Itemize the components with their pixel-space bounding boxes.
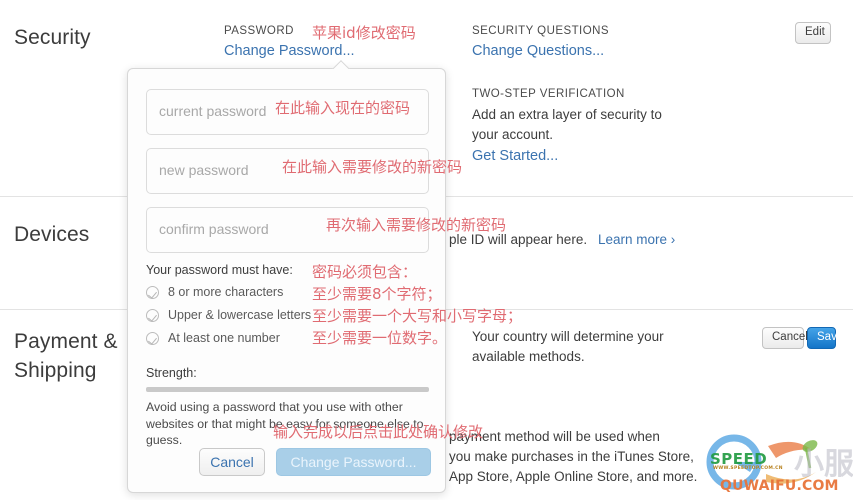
change-password-link[interactable]: Change Password... — [224, 42, 355, 61]
annotation-text-4: 密码必须包含： — [312, 263, 418, 281]
watermark-group: 小服 SPEED WWW.SPEEDTOP.COM.CN QUWAIFU.COM — [706, 428, 853, 496]
requirement-label: At least one number — [168, 331, 280, 345]
popover-cancel-button[interactable]: Cancel — [199, 448, 265, 476]
annotation-text-6: 至少需要一个大写和小写字母； — [312, 307, 523, 325]
payment-cancel-button[interactable]: Cancel — [762, 327, 808, 349]
new-password-placeholder: new password — [159, 162, 249, 178]
section-title-payment-shipping: Payment & Shipping — [14, 330, 118, 382]
password-requirements-title: Your password must have: — [146, 263, 293, 277]
two-step-desc-line-2: your account. — [472, 127, 554, 142]
annotation-text-3: 再次输入需要修改的新密码 — [326, 216, 507, 234]
security-questions-label: SECURITY QUESTIONS — [472, 25, 609, 37]
apple-id-account-page: Security Devices Payment & Shipping PASS… — [0, 0, 853, 500]
watermark-quwaifu-text: QUWAIFU.COM — [720, 478, 839, 494]
annotation-text-5: 至少需要8个字符； — [312, 285, 442, 303]
popover-arrow — [332, 60, 350, 69]
annotation-text-1: 在此输入现在的密码 — [275, 99, 411, 117]
requirement-label: Upper & lowercase letters — [168, 308, 312, 322]
annotation-text-7: 至少需要一位数字。 — [312, 329, 448, 347]
two-step-verification-label: TWO-STEP VERIFICATION — [472, 88, 625, 100]
annotation-text-0: 苹果id修改密码 — [312, 24, 416, 42]
svg-text:小服: 小服 — [794, 447, 853, 482]
section-title-devices: Devices — [14, 223, 90, 246]
payment-save-button[interactable]: Save — [807, 327, 843, 349]
strength-label: Strength: — [146, 366, 197, 380]
check-circle-icon — [146, 286, 159, 299]
payment-country-line-2: available methods. — [472, 349, 585, 364]
section-title-security: Security — [14, 26, 91, 49]
check-circle-icon — [146, 332, 159, 345]
password-label: PASSWORD — [224, 25, 294, 37]
annotation-text-8: 输入完成以后点击此处确认修改 — [273, 423, 484, 441]
payment-method-line-2: you make purchases in the iTunes Store, — [449, 449, 694, 464]
confirm-password-placeholder: confirm password — [159, 221, 269, 237]
change-questions-link[interactable]: Change Questions... — [472, 42, 604, 61]
payment-method-line-3: App Store, Apple Online Store, and more. — [449, 469, 698, 484]
password-strength-bar — [146, 387, 429, 392]
edit-button[interactable]: Edit — [795, 22, 831, 44]
devices-learn-more-link[interactable]: Learn more › — [598, 230, 675, 249]
current-password-placeholder: current password — [159, 103, 267, 119]
get-started-link[interactable]: Get Started... — [472, 147, 558, 166]
payment-country-line-1: Your country will determine your — [472, 329, 664, 344]
watermark-speed-domain: WWW.SPEEDTOP.COM.CN — [713, 466, 783, 471]
check-circle-icon — [146, 309, 159, 322]
requirement-label: 8 or more characters — [168, 285, 284, 299]
popover-change-password-button: Change Password... — [276, 448, 431, 476]
annotation-text-2: 在此输入需要修改的新密码 — [282, 158, 463, 176]
two-step-desc-line-1: Add an extra layer of security to — [472, 107, 662, 122]
